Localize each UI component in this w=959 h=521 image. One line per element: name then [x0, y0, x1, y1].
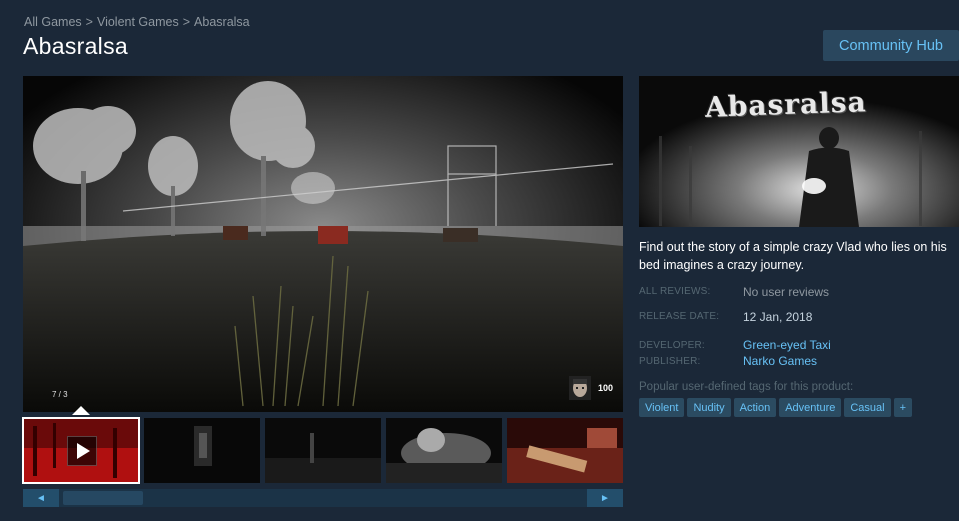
- add-tag-button[interactable]: +: [893, 398, 913, 417]
- scroll-thumb[interactable]: [63, 491, 143, 505]
- game-description: Find out the story of a simple crazy Vla…: [639, 240, 947, 272]
- thumbnail-image: [265, 418, 381, 483]
- tag-adventure[interactable]: Adventure: [779, 398, 842, 417]
- capsule-title: Abasralsa: [704, 85, 868, 124]
- thumbnail-strip: [22, 417, 623, 484]
- developer-link[interactable]: Green-eyed Taxi: [743, 338, 831, 352]
- breadcrumb-separator: >: [182, 15, 191, 29]
- developer-label: DEVELOPER:: [639, 340, 705, 351]
- breadcrumb-current-game[interactable]: Abasralsa: [194, 15, 250, 29]
- publisher-label: PUBLISHER:: [639, 356, 701, 367]
- media-counter: 7 / 3: [52, 390, 68, 399]
- game-capsule-image: Abasralsa: [639, 76, 959, 227]
- scroll-left-button[interactable]: ◄: [23, 489, 59, 507]
- tags-label: Popular user-defined tags for this produ…: [639, 381, 854, 393]
- scroll-right-button[interactable]: ►: [587, 489, 623, 507]
- publisher-link[interactable]: Narko Games: [743, 354, 817, 368]
- breadcrumb: All Games > Violent Games > Abasralsa: [24, 15, 250, 29]
- thumbnail-image: [386, 418, 502, 483]
- release-date-value: 12 Jan, 2018: [743, 310, 813, 324]
- breadcrumb-violent-games[interactable]: Violent Games: [97, 15, 179, 29]
- page-title: Abasralsa: [23, 33, 128, 59]
- thumbnail-4[interactable]: [386, 418, 502, 483]
- tag-action[interactable]: Action: [733, 398, 777, 417]
- tag-list: Violent Nudity Action Adventure Casual +: [639, 398, 913, 417]
- thumbnail-3[interactable]: [265, 418, 381, 483]
- thumbnail-5[interactable]: [507, 418, 623, 483]
- thumbnail-image: [144, 418, 260, 483]
- hud-value: 100: [597, 383, 613, 393]
- reviews-value: No user reviews: [743, 285, 830, 299]
- tag-casual[interactable]: Casual: [844, 398, 891, 417]
- tag-violent[interactable]: Violent: [639, 398, 685, 417]
- breadcrumb-separator: >: [85, 15, 93, 29]
- thumbnail-image: [507, 418, 623, 483]
- thumbnail-video-1[interactable]: [22, 417, 140, 484]
- thumbnail-2[interactable]: [144, 418, 260, 483]
- main-screenshot[interactable]: 7 / 3 100: [23, 76, 623, 412]
- foggy-park-scene: [23, 76, 623, 412]
- reviews-label: ALL REVIEWS:: [639, 286, 711, 297]
- play-icon[interactable]: [67, 436, 97, 466]
- face-icon: [568, 376, 591, 400]
- breadcrumb-all-games[interactable]: All Games: [24, 15, 82, 29]
- tag-nudity[interactable]: Nudity: [687, 398, 731, 417]
- hud: 100: [568, 376, 613, 400]
- selected-pointer: [72, 406, 90, 415]
- thumbnail-scrollbar[interactable]: ◄ ►: [23, 489, 623, 507]
- community-hub-button[interactable]: Community Hub: [823, 30, 959, 61]
- release-date-label: RELEASE DATE:: [639, 311, 720, 322]
